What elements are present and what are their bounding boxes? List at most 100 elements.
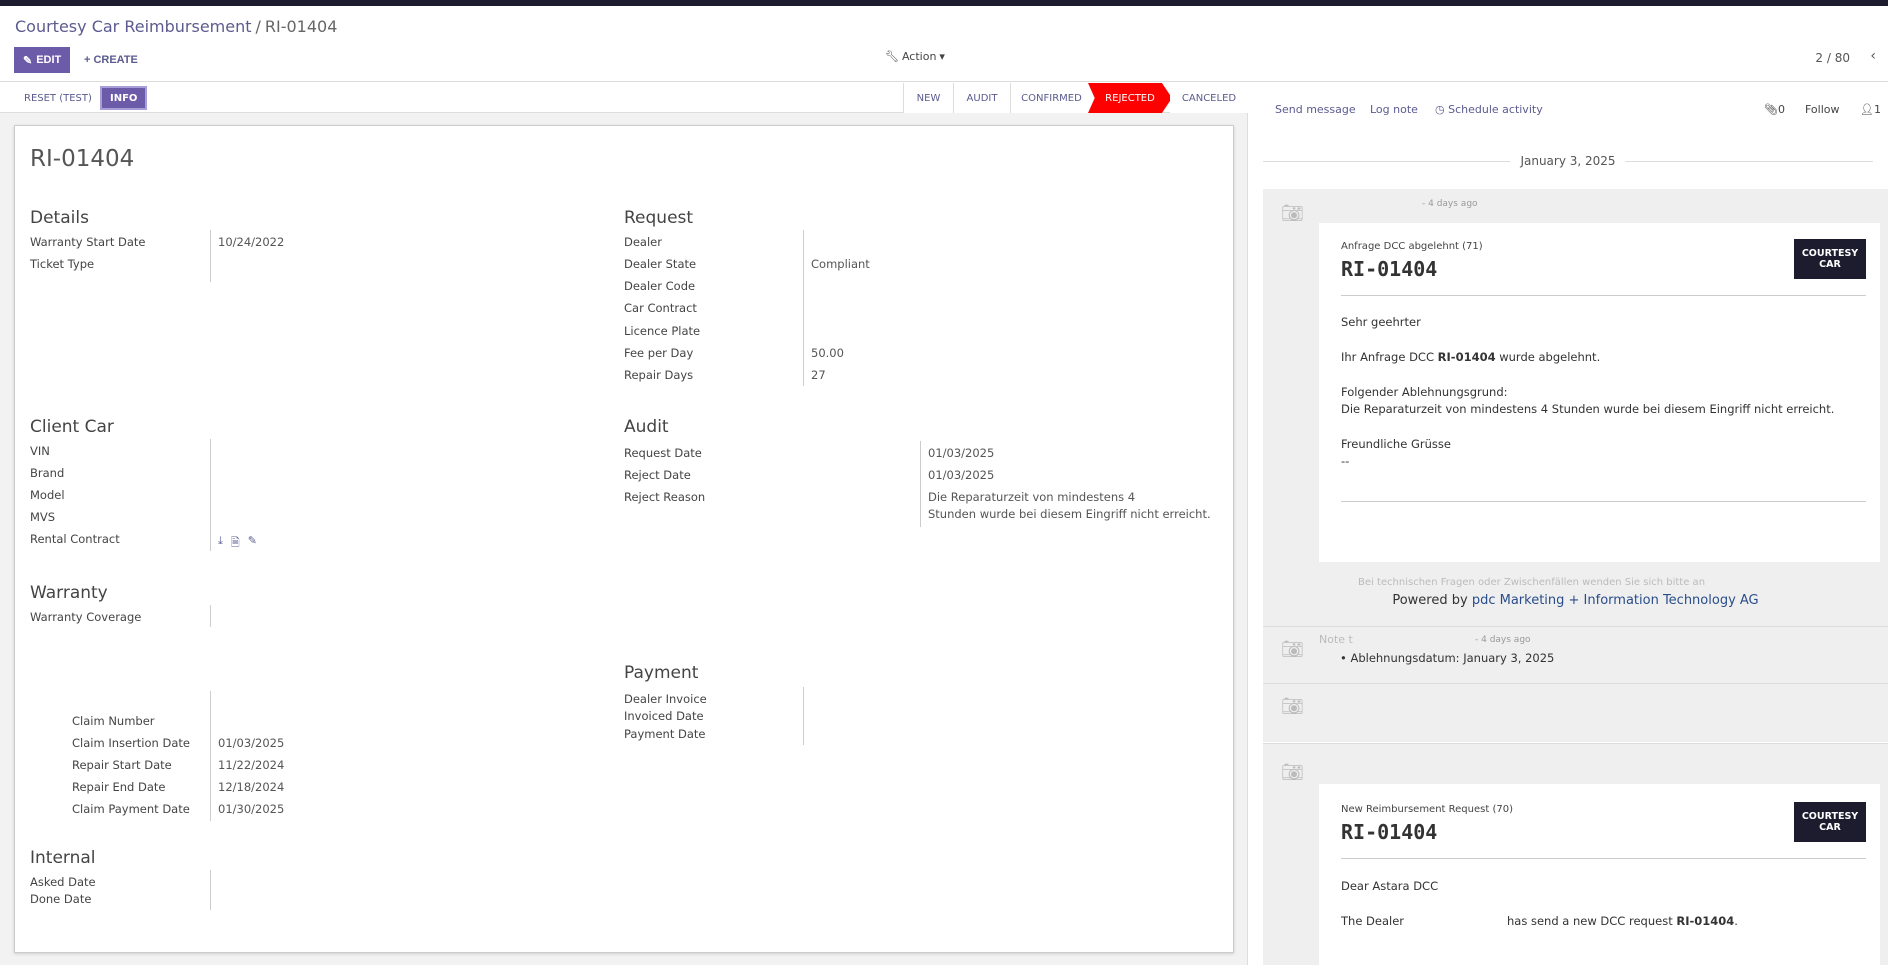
create-button[interactable]: + CREATE	[78, 47, 144, 73]
attachments-button[interactable]: 📎︎0	[1764, 103, 1785, 116]
email-closing: Freundliche Grüsse	[1341, 437, 1451, 451]
followers-button[interactable]: 👤︎1	[1860, 103, 1881, 116]
reject-reason-line-2[interactable]: Stunden wurde bei diesem Eingriff nicht …	[928, 507, 1211, 521]
send-message-button[interactable]: Send message	[1275, 103, 1356, 116]
stage-new[interactable]: NEW	[903, 83, 953, 113]
warranty-heading: Warranty	[30, 583, 108, 603]
reset-test-button[interactable]: RESET (TEST)	[15, 86, 101, 110]
date-separator-label: January 3, 2025	[1510, 154, 1626, 168]
internal-heading: Internal	[30, 848, 96, 868]
audit-heading: Audit	[624, 417, 669, 437]
repair-days-label: Repair Days	[624, 368, 694, 382]
email-2-divider	[1341, 858, 1866, 859]
claim-insertion-label: Claim Insertion Date	[72, 736, 190, 750]
email-card: Anfrage DCC abgelehnt (71) RI-01404 COUR…	[1319, 223, 1880, 562]
powered-by-company[interactable]: pdc Marketing + Information Technology A…	[1472, 593, 1759, 608]
claim-insertion-value[interactable]: 01/03/2025	[218, 736, 284, 750]
breadcrumb-separator: /	[255, 17, 261, 36]
logo-2-line-2: CAR	[1819, 822, 1841, 833]
reject-reason-line-1[interactable]: Die Reparaturzeit von mindestens 4	[928, 490, 1135, 504]
reject-date-label: Reject Date	[624, 468, 691, 482]
wrench-icon: 🔧︎	[885, 50, 899, 63]
breadcrumb-parent[interactable]: Courtesy Car Reimbursement	[15, 17, 252, 36]
action-label: Action	[901, 50, 937, 63]
details-divider	[210, 230, 211, 282]
pencil-icon[interactable]: ✎	[248, 534, 257, 553]
email-divider	[1341, 295, 1866, 296]
email-line-1-rid: RI-01404	[1437, 350, 1496, 364]
powered-by-label: Powered by	[1392, 593, 1472, 608]
email-line-1: Ihr Anfrage DCC RI-01404 wurde abgelehnt…	[1341, 350, 1600, 364]
action-dropdown[interactable]: 🔧︎ Action ▾	[885, 50, 945, 63]
courtesy-car-logo: COURTESY CAR	[1794, 802, 1866, 842]
info-button[interactable]: INFO	[100, 86, 148, 110]
edit-button[interactable]: ✎ EDIT	[14, 47, 71, 73]
payment-divider	[803, 687, 804, 745]
fee-per-day-value[interactable]: 50.00	[811, 346, 844, 360]
request-date-label: Request Date	[624, 446, 702, 460]
email-line-1-post: wurde abgelehnt.	[1495, 350, 1601, 364]
email-footer-faded: Bei technischen Fragen oder Zwischenfäll…	[1358, 577, 1706, 588]
done-date-label: Done Date	[30, 892, 92, 906]
ticket-type-label: Ticket Type	[30, 257, 95, 271]
message-rejected: 📷︎ - 4 days ago Anfrage DCC abgelehnt (7…	[1263, 189, 1888, 626]
follow-button[interactable]: Follow	[1805, 103, 1840, 116]
email-2-line-end: .	[1734, 914, 1738, 928]
repair-end-value[interactable]: 12/18/2024	[218, 780, 284, 794]
request-date-value[interactable]: 01/03/2025	[928, 446, 994, 460]
download-icon[interactable]: ⤓	[218, 534, 223, 553]
brand-label: Brand	[30, 466, 65, 480]
pager-value[interactable]: 2 / 80	[1815, 51, 1850, 65]
stage-canceled[interactable]: CANCELED	[1170, 83, 1248, 113]
chatter-panel: Send message Log note ◷ Schedule activit…	[1249, 83, 1888, 965]
repair-start-value[interactable]: 11/22/2024	[218, 758, 284, 772]
vin-label: VIN	[30, 444, 50, 458]
reject-date-value[interactable]: 01/03/2025	[928, 468, 994, 482]
message-new-request: 📷︎ New Reimbursement Request (70) RI-014…	[1263, 744, 1888, 965]
schedule-activity-label: Schedule activity	[1448, 103, 1543, 116]
dealer-state-value[interactable]: Compliant	[811, 257, 870, 271]
log-note-button[interactable]: Log note	[1370, 103, 1418, 116]
stage-audit[interactable]: AUDIT	[953, 83, 1010, 113]
camera-icon: 📷︎	[1281, 696, 1304, 717]
dealer-state-label: Dealer State	[624, 257, 697, 271]
internal-divider	[210, 870, 211, 910]
attachments-count: 0	[1777, 103, 1785, 116]
warranty-start-value[interactable]: 10/24/2022	[218, 235, 284, 249]
email-reason-heading: Folgender Ablehnungsgrund:	[1341, 385, 1508, 399]
email-2-line-rid: RI-01404	[1676, 914, 1735, 928]
email-greeting: Sehr geehrter	[1341, 315, 1421, 329]
chevron-left-icon[interactable]: ‹	[1870, 48, 1876, 64]
schedule-activity-button[interactable]: ◷ Schedule activity	[1435, 103, 1543, 116]
email-2-dealer-label: The Dealer	[1341, 914, 1405, 928]
user-icon: 👤︎	[1860, 103, 1874, 116]
claim-payment-value[interactable]: 01/30/2025	[218, 802, 284, 816]
email-line-1-pre: Ihr Anfrage DCC	[1341, 350, 1438, 364]
email-card-2: New Reimbursement Request (70) RI-01404 …	[1319, 784, 1880, 965]
control-panel: Courtesy Car Reimbursement / RI-01404 ✎ EDI…	[0, 6, 1888, 82]
dealer-label: Dealer	[624, 235, 662, 249]
claim-divider	[210, 691, 211, 821]
stage-confirmed[interactable]: CONFIRMED	[1010, 83, 1092, 113]
email-reason: Die Reparaturzeit von mindestens 4 Stund…	[1341, 402, 1835, 416]
plus-icon: +	[84, 54, 91, 66]
edit-label: EDIT	[36, 54, 62, 66]
empty-message: 📷︎	[1263, 684, 1888, 742]
email-subject: Anfrage DCC abgelehnt (71)	[1341, 241, 1483, 252]
note-message: 📷︎ Note t - 4 days ago • Ablehnungsdatum…	[1263, 627, 1888, 683]
warranty-coverage-divider	[210, 605, 211, 627]
camera-icon: 📷︎	[1281, 639, 1304, 660]
stage-rejected[interactable]: REJECTED	[1088, 83, 1172, 113]
car-contract-label: Car Contract	[624, 301, 697, 315]
clock-icon: ◷	[1435, 103, 1449, 116]
repair-days-value[interactable]: 27	[811, 368, 826, 382]
note-label: Note t	[1319, 633, 1353, 646]
email-dash: --	[1341, 454, 1350, 468]
record-title: RI-01404	[30, 146, 135, 172]
logo-2-line-1: COURTESY	[1801, 811, 1859, 822]
document-icon[interactable]: 🗎︎	[231, 534, 240, 553]
model-label: Model	[30, 488, 65, 502]
email-bottom-divider	[1341, 501, 1866, 502]
claim-payment-label: Claim Payment Date	[72, 802, 190, 816]
logo-line-2: CAR	[1819, 259, 1841, 270]
